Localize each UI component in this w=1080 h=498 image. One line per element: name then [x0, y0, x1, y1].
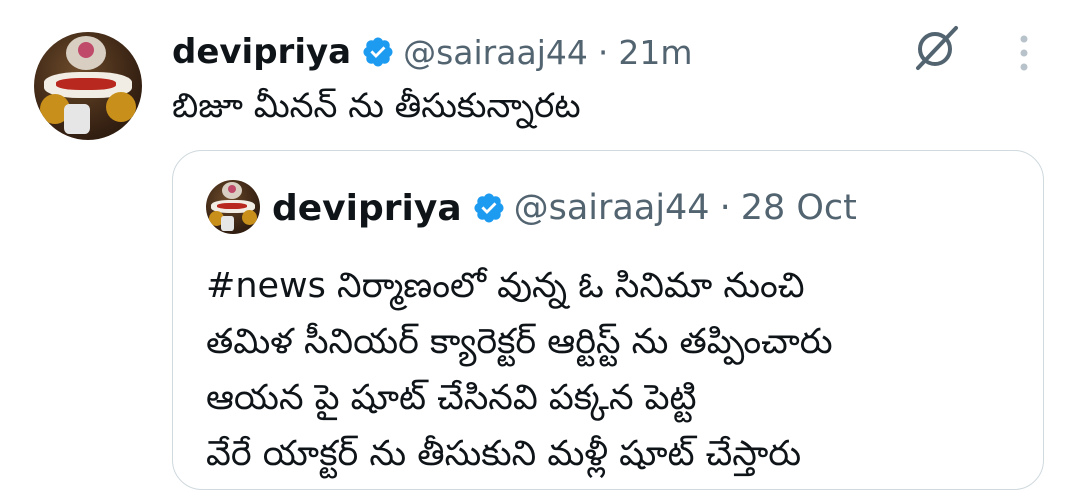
quoted-text-line: ఆయన పై షూట్ చేసినవి పక్కన పెట్టి: [206, 378, 697, 418]
quoted-author-avatar: [206, 180, 260, 234]
quoted-tweet-text: #news నిర్మాణంలో వున్న ఓ సినిమా నుంచి తమ…: [206, 258, 833, 482]
quoted-author-name: devipriya: [272, 187, 462, 229]
quoted-tweet-timestamp: 28 Oct: [740, 188, 857, 228]
verified-badge-icon: [472, 191, 506, 225]
author-handle[interactable]: @sairaaj44: [403, 33, 588, 72]
separator-dot: ·: [719, 188, 731, 228]
separator-dot: ·: [597, 32, 609, 72]
quoted-text-line: వేరే యాక్టర్ ను తీసుకుని మళ్లీ షూట్ చేస్…: [206, 434, 802, 474]
author-avatar[interactable]: [34, 32, 142, 140]
tweet-text: బిజూ మీనన్ ను తీసుకున్నారట: [172, 86, 581, 126]
quoted-tweet-header: devipriya @sairaaj44 · 28 Oct: [272, 182, 857, 234]
tweet-timestamp[interactable]: 21m: [618, 33, 692, 72]
grok-icon[interactable]: [906, 24, 964, 74]
quoted-text-line: తమిళ సీనియర్ క్యారెక్టర్ ఆర్టిస్ట్ ను తప…: [206, 322, 833, 362]
quoted-author-handle: @sairaaj44: [513, 188, 710, 228]
tweet-header: devipriya @sairaaj44 · 21m: [172, 28, 693, 76]
quoted-text-line: #news నిర్మాణంలో వున్న ఓ సినిమా నుంచి: [206, 266, 805, 306]
more-vertical-icon[interactable]: [1006, 30, 1042, 76]
verified-badge-icon: [361, 35, 395, 69]
author-name[interactable]: devipriya: [172, 32, 351, 72]
